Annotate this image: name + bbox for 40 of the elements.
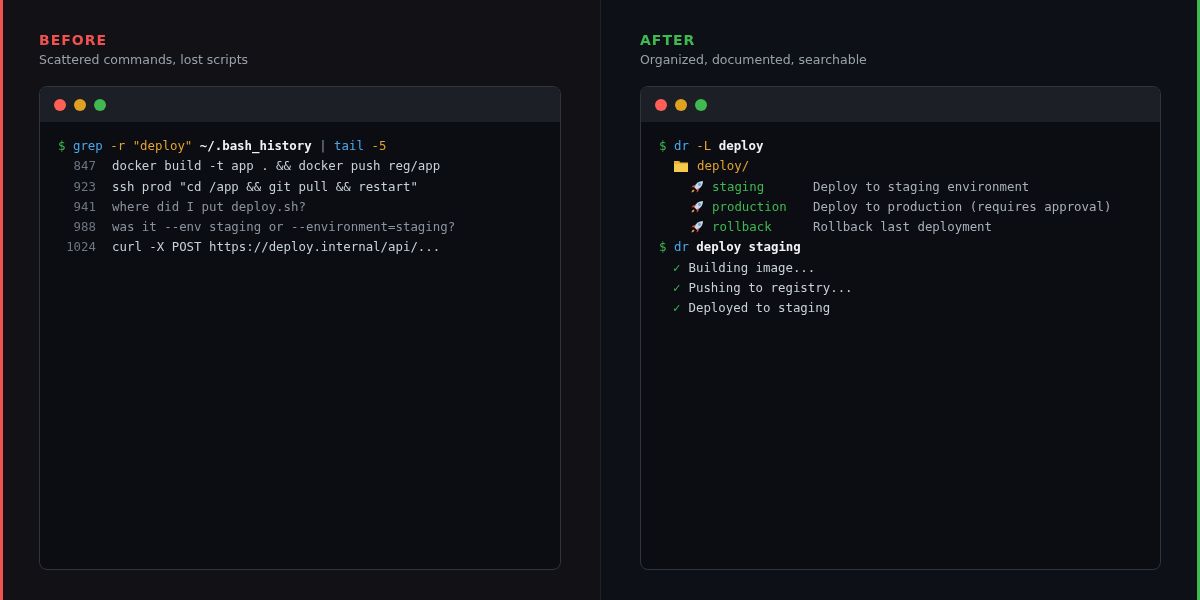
command-line: $ grep -r "deploy" ~/.bash_history | tail -5 <box>58 137 387 156</box>
check-mark: ✓ <box>673 279 681 298</box>
line-number: 923 <box>72 177 96 196</box>
close-dot-icon[interactable] <box>655 98 667 111</box>
minimize-dot-icon[interactable] <box>74 98 86 111</box>
close-dot-icon[interactable] <box>54 98 66 111</box>
history-entry: ssh prod "cd /app && git pull && restart" <box>112 177 418 196</box>
command-line: $ dr deploy staging <box>659 238 801 257</box>
script-description: Rollback last deployment <box>813 218 993 237</box>
script-name: production <box>712 197 788 216</box>
line-number: 941 <box>72 197 96 216</box>
minimize-dot-icon[interactable] <box>675 98 687 111</box>
check-mark: ✓ <box>673 299 681 318</box>
folder-name: deploy/ <box>697 157 750 176</box>
folder-icon <box>673 159 689 174</box>
history-entry: where did I put deploy.sh? <box>112 197 306 216</box>
section-subtitle: Organized, documented, searchable <box>640 52 868 68</box>
section-title: AFTER <box>640 31 696 50</box>
line-number: 988 <box>72 218 96 237</box>
status-message: Building image... <box>688 258 816 277</box>
check-mark: ✓ <box>673 258 681 277</box>
rocket-icon <box>689 199 705 216</box>
script-name: rollback <box>712 218 773 237</box>
maximize-dot-icon[interactable] <box>695 98 707 111</box>
section-subtitle: Scattered commands, lost scripts <box>39 52 250 68</box>
script-description: Deploy to production (requires approval) <box>813 197 1112 216</box>
status-message: Deployed to staging <box>688 299 831 318</box>
line-number: 1024 <box>65 238 96 257</box>
rocket-icon <box>689 178 705 195</box>
line-number: 847 <box>72 157 96 176</box>
maximize-dot-icon[interactable] <box>94 98 106 111</box>
history-entry: curl -X POST https://deploy.internal/api/... <box>112 238 441 257</box>
script-name: staging <box>712 177 766 196</box>
status-message: Pushing to registry... <box>688 279 853 298</box>
script-description: Deploy to staging environment <box>813 177 1030 196</box>
command-line: $ dr -L deploy <box>659 137 764 155</box>
rocket-icon <box>689 219 705 236</box>
history-entry: docker build -t app . && docker push reg/app <box>112 157 441 176</box>
history-entry: was it --env staging or --environment=staging? <box>112 218 456 237</box>
section-title: BEFORE <box>39 31 108 50</box>
